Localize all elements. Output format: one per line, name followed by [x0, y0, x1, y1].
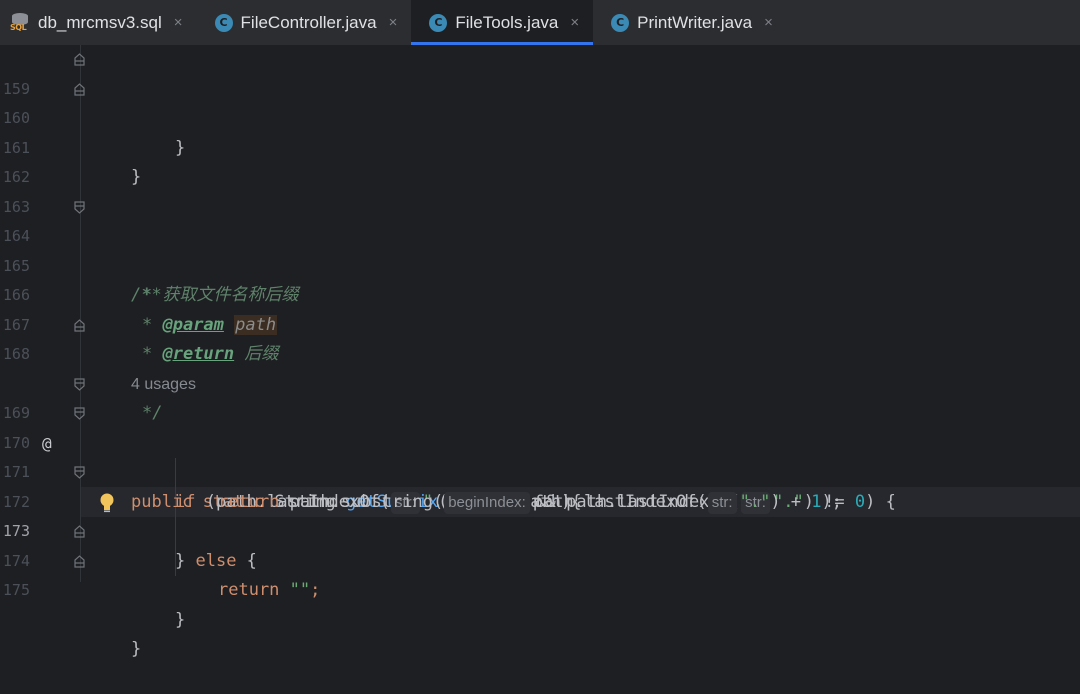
keyword: return [218, 580, 280, 600]
fold-end-icon[interactable] [74, 318, 85, 332]
code-line[interactable]: 161 [0, 104, 1080, 157]
code-line[interactable]: 165 * 获取文件名称后缀 [0, 222, 1080, 306]
code-line[interactable]: 163 [0, 163, 1080, 216]
code-line[interactable]: 175 } [0, 547, 1080, 659]
tab-label: PrintWriter.java [637, 12, 753, 32]
close-icon[interactable]: × [174, 14, 183, 31]
string-literal: "" [289, 580, 311, 600]
code-line[interactable]: 174 } [0, 517, 1080, 630]
code-line-current[interactable]: 173 return ""; [0, 488, 1080, 600]
code-line[interactable]: 166 * @param path [0, 252, 1080, 335]
fold-end-icon[interactable] [74, 53, 85, 66]
line-number: 175 [2, 581, 30, 599]
fold-start-icon[interactable] [74, 466, 85, 479]
code-line[interactable]: 172 } else { [0, 458, 1080, 571]
code-line[interactable]: 169 @ public static String getSuffix(Str… [0, 370, 1080, 512]
code-text: } [131, 639, 142, 659]
fold-end-icon[interactable] [74, 554, 85, 568]
fold-end-icon[interactable] [74, 525, 85, 538]
sql-file-icon: SQL [10, 12, 30, 33]
fold-end-icon[interactable] [74, 82, 85, 96]
tab-filetools-java[interactable]: C FileTools.java × [411, 0, 594, 45]
close-icon[interactable]: × [389, 14, 398, 31]
class-c-icon: C [429, 13, 448, 32]
fold-start-icon[interactable] [74, 200, 85, 214]
tab-filecontroller-java[interactable]: C FileController.java × [197, 0, 412, 45]
fold-start-icon[interactable] [74, 407, 85, 420]
tab-label: FileController.java [240, 12, 377, 32]
code-line[interactable]: 164 /** [0, 193, 1080, 305]
code-line[interactable]: 168 */ [0, 311, 1080, 423]
code-line[interactable]: 167 * @return 后缀 [0, 281, 1080, 365]
class-c-icon: C [214, 13, 233, 32]
tab-label: db_mrcmsv3.sql [38, 12, 162, 32]
fold-start-icon[interactable] [74, 377, 85, 391]
close-icon[interactable]: × [570, 14, 579, 31]
code-line[interactable]: 171 return path.substring(beginIndex: pat… [0, 429, 1080, 514]
close-icon[interactable]: × [764, 14, 773, 31]
tab-db-mrcmsv3-sql[interactable]: SQL db_mrcmsv3.sql × [0, 0, 197, 45]
code-vision-row: 4 usages [0, 340, 1080, 393]
class-c-icon: C [611, 13, 630, 32]
code-text: ; [310, 580, 321, 600]
lightbulb-icon[interactable] [99, 492, 115, 514]
editor-tab-bar: SQL db_mrcmsv3.sql × C FileController.ja… [0, 0, 1080, 46]
code-editor[interactable]: 159 } 160 } 161 162 163 164 /** 165 * 获取… [0, 45, 1080, 659]
tab-printwriter-java[interactable]: C PrintWriter.java × [593, 0, 787, 45]
code-line[interactable]: 162 [0, 134, 1080, 186]
tab-label: FileTools.java [455, 12, 559, 32]
code-text: } [175, 609, 186, 630]
code-line[interactable]: 170 if (path.lastIndexOf(str:".") != -1 … [0, 399, 1080, 514]
code-line[interactable]: 159 } [0, 45, 1080, 158]
code-line[interactable]: 160 } [0, 75, 1080, 187]
